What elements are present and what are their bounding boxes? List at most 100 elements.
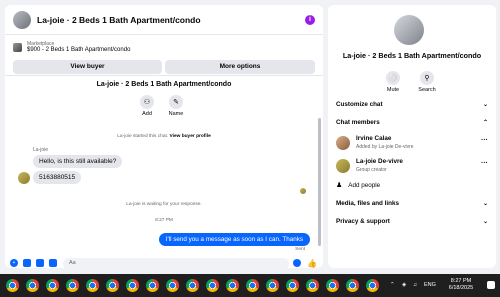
taskbar: ⌃ ◈ ♫ ENG 8:27 PM 6/18/2025 [0, 274, 500, 297]
chat-members-label: Chat members [336, 119, 380, 126]
name-label: Name [168, 111, 184, 117]
chrome-icon[interactable] [106, 279, 119, 292]
listing-price-title: $900 - 2 Beds 1 Bath Apartment/condo [27, 47, 131, 53]
member-item[interactable]: Irvine Calae Added by La-joie De-vivre ·… [336, 133, 488, 153]
more-icon[interactable]: ··· [481, 160, 488, 167]
member-subtitle: Added by La-joie De-vivre [356, 144, 414, 150]
add-action[interactable]: ⚇ Add [132, 95, 162, 117]
search-action[interactable]: ⚲ Search [412, 71, 442, 93]
customize-chat-section[interactable]: Customize chat ⌄ [336, 101, 488, 108]
view-buyer-button[interactable]: View buyer [13, 60, 162, 74]
member-name: Irvine Calae [356, 135, 392, 142]
chevron-down-icon: ⌄ [482, 201, 488, 207]
details-avatar[interactable] [394, 15, 424, 45]
plus-icon[interactable]: + [10, 259, 18, 267]
chrome-icon[interactable] [46, 279, 59, 292]
thread-scrollbar[interactable] [318, 118, 321, 246]
message-input[interactable]: Aa [63, 257, 289, 268]
search-label: Search [418, 87, 436, 93]
customize-chat-label: Customize chat [336, 101, 383, 108]
image-icon[interactable] [23, 259, 31, 267]
name-action[interactable]: ✎ Name [161, 95, 191, 117]
member-item[interactable]: La-joie De-vivre Group creator ··· [336, 156, 488, 176]
sent-status: Sent [295, 247, 305, 252]
chat-started-text: La-joie started this chat. [117, 134, 169, 139]
taskbar-clock[interactable]: 8:27 PM 6/18/2025 [441, 278, 481, 292]
privacy-support-label: Privacy & support [336, 218, 390, 225]
waiting-notice: La-joie is waiting for your response. [126, 202, 202, 207]
sticker-icon[interactable] [36, 259, 44, 267]
mute-label: Mute [386, 87, 400, 93]
message-composer: + Aa 👍 [5, 256, 323, 268]
chevron-down-icon: ⌄ [482, 102, 488, 108]
add-person-icon: ♟ [336, 182, 343, 189]
pencil-icon: ✎ [169, 95, 183, 109]
chevron-down-icon: ⌄ [482, 219, 488, 225]
sender-name: La-joie [33, 147, 49, 153]
view-buyer-profile-link[interactable]: View buyer profile [170, 134, 211, 139]
chevron-up-icon: ⌃ [482, 120, 488, 126]
more-icon[interactable]: ··· [481, 137, 488, 144]
tray-chevron-icon[interactable]: ⌃ [390, 282, 395, 288]
chrome-icon[interactable] [86, 279, 99, 292]
info-icon[interactable]: i [305, 15, 315, 25]
chrome-icon[interactable] [26, 279, 39, 292]
chrome-icon[interactable] [206, 279, 219, 292]
chrome-icon[interactable] [186, 279, 199, 292]
chat-members-section[interactable]: Chat members ⌃ [336, 119, 488, 126]
chrome-icon[interactable] [166, 279, 179, 292]
chrome-icon[interactable] [286, 279, 299, 292]
message-bubble-outgoing[interactable]: I'll send you a message as soon as I can… [158, 233, 310, 246]
chrome-icon[interactable] [146, 279, 159, 292]
add-people-label: Add people [348, 181, 381, 189]
seen-avatar [300, 188, 306, 194]
conversation-panel: La-joie · 2 Beds 1 Bath Apartment/condo … [5, 5, 323, 268]
chrome-icon[interactable] [366, 279, 379, 292]
media-files-links-section[interactable]: Media, files and links ⌄ [336, 200, 488, 207]
message-bubble-incoming[interactable]: Hello, is this still available? [33, 155, 123, 168]
conversation-title[interactable]: La-joie · 2 Beds 1 Bath Apartment/condo [37, 15, 201, 25]
message-bubble-incoming[interactable]: 5163880515 [33, 171, 82, 184]
mute-action[interactable]: ⚪ Mute [378, 71, 408, 93]
volume-icon[interactable]: ♫ [413, 282, 417, 288]
chrome-icon[interactable] [226, 279, 239, 292]
search-icon: ⚲ [420, 71, 434, 85]
add-people-button[interactable]: ♟ Add people [336, 181, 381, 190]
chrome-icon[interactable] [266, 279, 279, 292]
clock-time: 8:27 PM [450, 278, 472, 284]
chrome-icon[interactable] [306, 279, 319, 292]
gif-icon[interactable] [49, 259, 57, 267]
member-name: La-joie De-vivre [356, 158, 403, 165]
listing-summary[interactable]: Marketplace $900 - 2 Beds 1 Bath Apartme… [13, 41, 130, 53]
add-user-icon: ⚇ [140, 95, 154, 109]
message-thread: La-joie · 2 Beds 1 Bath Apartment/condo … [5, 75, 323, 252]
member-avatar [336, 136, 350, 150]
details-title: La-joie · 2 Beds 1 Bath Apartment/condo [342, 51, 482, 60]
thumbs-up-icon[interactable]: 👍 [307, 259, 317, 268]
chrome-icon[interactable] [326, 279, 339, 292]
member-avatar [336, 159, 350, 173]
wifi-icon[interactable]: ◈ [402, 282, 406, 288]
chat-started-notice: La-joie started this chat. View buyer pr… [5, 134, 323, 139]
sender-avatar[interactable] [18, 172, 30, 184]
conversation-avatar[interactable] [13, 10, 31, 29]
thread-title: La-joie · 2 Beds 1 Bath Apartment/condo [96, 81, 232, 88]
more-options-button[interactable]: More options [165, 60, 315, 74]
chrome-icon[interactable] [126, 279, 139, 292]
emoji-icon[interactable] [293, 259, 301, 267]
conversation-header: La-joie · 2 Beds 1 Bath Apartment/condo … [5, 5, 323, 35]
media-files-links-label: Media, files and links [336, 200, 399, 207]
chrome-icon[interactable] [346, 279, 359, 292]
chrome-icon[interactable] [66, 279, 79, 292]
listing-thumbnail [13, 42, 22, 52]
clock-date: 6/18/2025 [448, 285, 474, 291]
bell-icon: ⚪ [386, 71, 400, 85]
message-timestamp: 8:27 PM [155, 218, 173, 223]
member-subtitle: Group creator [356, 167, 387, 173]
privacy-support-section[interactable]: Privacy & support ⌄ [336, 218, 488, 225]
chrome-icon[interactable] [6, 279, 19, 292]
add-label: Add [142, 111, 152, 117]
notification-icon[interactable] [487, 281, 495, 289]
chrome-icon[interactable] [246, 279, 259, 292]
language-indicator[interactable]: ENG [424, 282, 436, 288]
